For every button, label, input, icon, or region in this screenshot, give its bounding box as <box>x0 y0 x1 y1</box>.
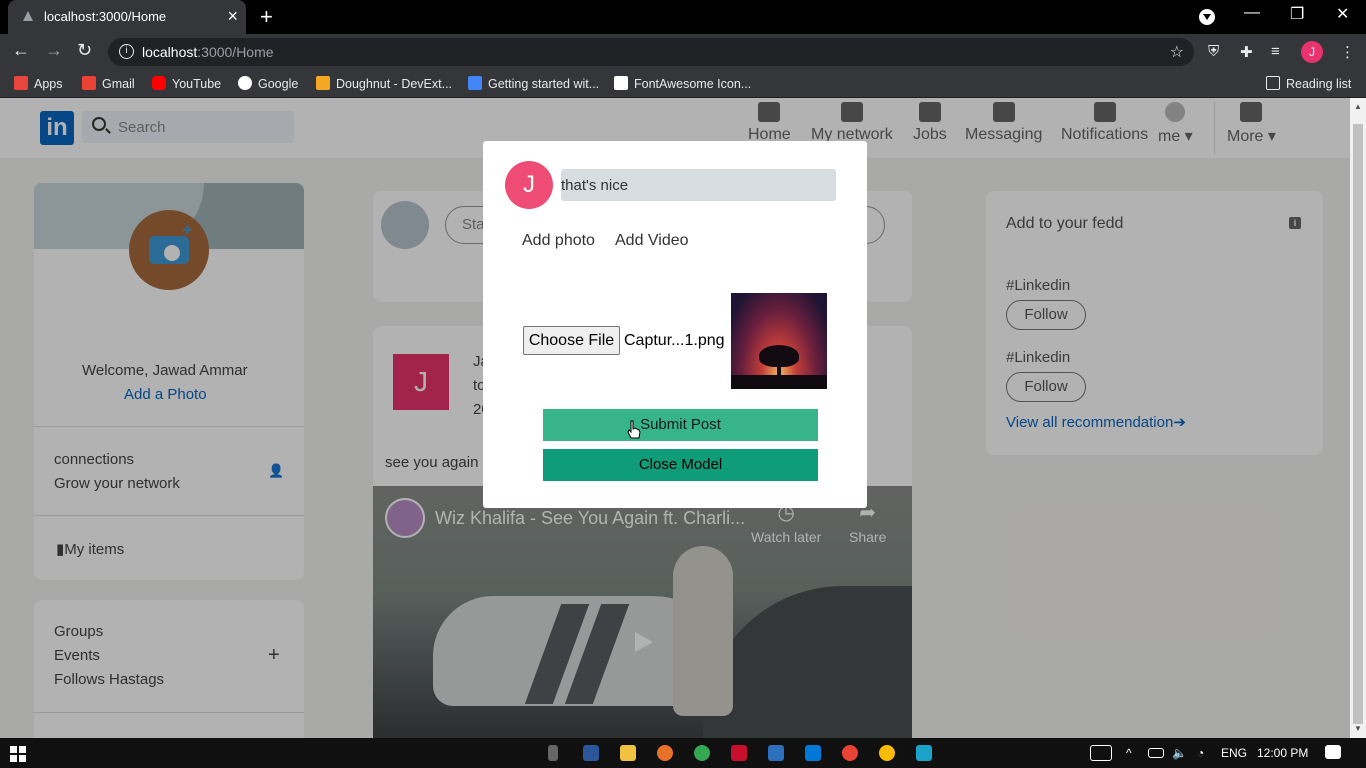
file-explorer-icon[interactable] <box>620 745 636 761</box>
notifications-center-icon[interactable] <box>1325 745 1341 759</box>
fontawesome-icon <box>614 76 628 90</box>
minimize-icon[interactable]: — <box>1244 4 1260 22</box>
add-photo-link[interactable]: Add photo <box>522 232 595 250</box>
bookmark-star-icon[interactable]: ☆ <box>1170 42 1184 62</box>
getting-started-icon <box>468 76 482 90</box>
app-orange-icon[interactable] <box>657 745 673 761</box>
devextreme-icon <box>316 76 330 90</box>
tray-chevron-icon[interactable]: ^ <box>1126 746 1132 760</box>
add-video-link[interactable]: Add Video <box>615 232 689 250</box>
submit-post-button[interactable]: Submit Post <box>543 409 818 441</box>
windows-start-icon[interactable] <box>10 746 26 762</box>
bookmark-fontawesome[interactable]: FontAwesome Icon... <box>614 76 751 91</box>
bookmark-getting-started[interactable]: Getting started wit... <box>468 76 599 91</box>
bookmark-apps[interactable]: Apps <box>14 76 63 91</box>
address-bar: ← → ↻ i localhost:3000/Home ☆ ⛨ ✚ ≡ J ⋮ <box>0 34 1366 70</box>
reading-list[interactable]: Reading list <box>1266 76 1351 91</box>
close-modal-button[interactable]: Close Model <box>543 449 818 481</box>
tab-favicon-icon <box>23 11 33 21</box>
bookmark-doughnut[interactable]: Doughnut - DevExt... <box>316 76 452 91</box>
image-preview <box>731 293 827 389</box>
profile-avatar[interactable]: J <box>1301 41 1323 63</box>
tab-search-icon[interactable] <box>1199 9 1215 25</box>
back-icon[interactable]: ← <box>12 40 30 61</box>
bookmark-youtube[interactable]: YouTube <box>152 76 221 91</box>
reload-icon[interactable]: ↻ <box>77 40 92 61</box>
browser-tab[interactable]: localhost:3000/Home × <box>8 0 246 34</box>
restore-icon[interactable]: ❐ <box>1290 4 1304 24</box>
chrome-active-icon[interactable] <box>842 745 858 761</box>
file-name: Captur...1.png <box>624 332 725 349</box>
modal-avatar: J <box>505 161 553 209</box>
forward-icon[interactable]: → <box>45 40 63 61</box>
bookmarks-bar: Apps Gmail YouTube Google Doughnut - Dev… <box>0 70 1366 98</box>
recorder-icon[interactable] <box>916 745 932 761</box>
youtube-icon <box>152 76 166 90</box>
extensions-puzzle-icon[interactable]: ✚ <box>1240 43 1253 61</box>
chrome-icon[interactable] <box>694 745 710 761</box>
wifi-icon[interactable]: ◔ <box>1197 746 1204 760</box>
word-icon[interactable] <box>583 745 599 761</box>
battery-icon[interactable] <box>1148 748 1164 758</box>
create-post-modal: J that's nice Add photo Add Video Choose… <box>483 141 867 508</box>
scroll-thumb[interactable] <box>1353 124 1363 724</box>
preview-trunk <box>777 363 781 377</box>
remote-desktop-icon[interactable] <box>768 745 784 761</box>
chrome-menu-icon[interactable]: ⋮ <box>1340 43 1355 61</box>
linkedin-page: in Search Home My network Jobs Messaging… <box>0 98 1350 738</box>
bookmark-gmail[interactable]: Gmail <box>82 76 135 91</box>
extension-shield-icon[interactable]: ⛨ <box>1208 43 1219 60</box>
language-indicator[interactable]: ENG <box>1221 746 1247 760</box>
preview-ground <box>731 375 827 389</box>
usb-icon[interactable] <box>548 745 558 761</box>
windows-taskbar: ^ 🔈 ◔ ENG 12:00 PM <box>0 738 1366 768</box>
gmail-icon <box>82 76 96 90</box>
tab-close-icon[interactable]: × <box>227 6 238 27</box>
url-text[interactable]: localhost:3000/Home <box>142 44 274 60</box>
site-info-icon[interactable]: i <box>119 44 134 59</box>
app-red-icon[interactable] <box>731 745 747 761</box>
choose-file-button[interactable]: Choose File <box>523 326 620 355</box>
bookmark-google[interactable]: Google <box>238 76 298 91</box>
close-window-icon[interactable]: ✕ <box>1336 4 1349 24</box>
scroll-up-icon[interactable]: ▲ <box>1354 102 1362 111</box>
new-tab-icon[interactable]: + <box>260 4 273 30</box>
news-widget-icon[interactable] <box>1090 745 1112 761</box>
post-text-value[interactable]: that's nice <box>561 177 628 194</box>
scroll-down-icon[interactable]: ▼ <box>1354 724 1362 733</box>
page-scrollbar[interactable]: ▲ ▼ <box>1350 98 1366 738</box>
apps-grid-icon <box>14 76 28 90</box>
reading-list-icon <box>1266 76 1280 90</box>
hand-cursor-icon <box>627 420 641 439</box>
chrome-profile-icon[interactable] <box>879 745 895 761</box>
media-playlist-icon[interactable]: ≡ <box>1271 43 1280 60</box>
browser-tab-bar: localhost:3000/Home × + — ❐ ✕ <box>0 0 1366 34</box>
volume-icon[interactable]: 🔈 <box>1172 746 1187 760</box>
clock[interactable]: 12:00 PM <box>1257 746 1308 760</box>
omnibox[interactable]: i localhost:3000/Home ☆ <box>108 38 1194 66</box>
google-icon <box>238 76 252 90</box>
vscode-icon[interactable] <box>805 745 821 761</box>
tab-title: localhost:3000/Home <box>44 9 167 24</box>
